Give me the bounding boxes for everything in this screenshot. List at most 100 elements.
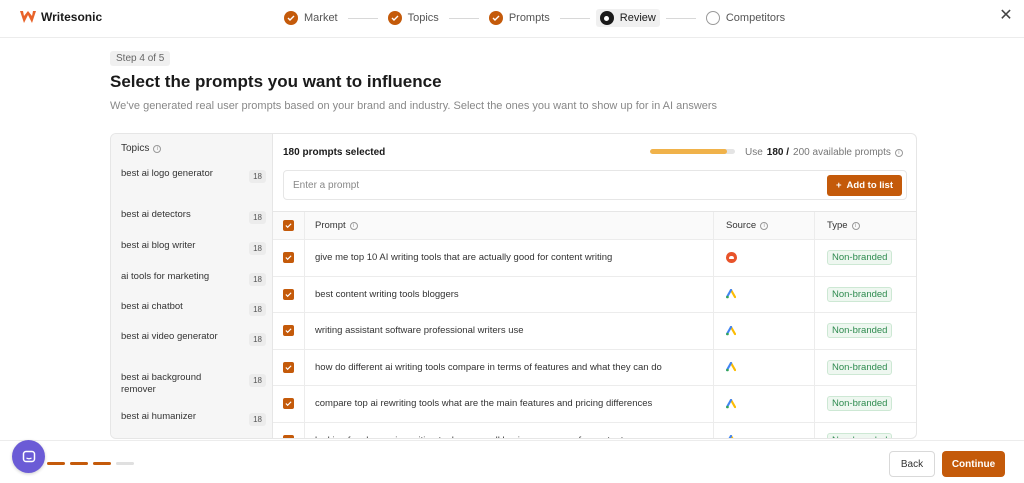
sidebar-item-best-ai-background-remover[interactable]: best ai background remover 18 (121, 372, 266, 396)
sidebar-item-best-ai-video-generator[interactable]: best ai video generator 18 (121, 331, 266, 346)
prompt-review-panel: Topics i best ai logo generator 18 best … (110, 133, 917, 439)
check-circle-icon (488, 11, 503, 25)
source-cell (714, 276, 815, 312)
step-label: Competitors (725, 12, 786, 24)
selected-count: 180 prompts selected (283, 147, 386, 158)
row-check-cell (273, 313, 305, 349)
prompt-text: best content writing tools bloggers (305, 276, 714, 312)
step-topics[interactable]: Topics (384, 9, 443, 27)
app-logo[interactable]: Writesonic (20, 10, 102, 24)
google-ads-icon (726, 289, 736, 299)
reddit-icon (726, 252, 737, 264)
table-row[interactable]: compare top ai rewriting tools what are … (273, 386, 916, 423)
row-checkbox[interactable] (283, 252, 294, 264)
prompt-text: how do different ai writing tools compar… (305, 349, 714, 385)
usage-progress-fill (650, 149, 727, 154)
prompt-input-container: + Add to list (283, 170, 907, 200)
type-cell: Non-branded (815, 350, 916, 386)
google-ads-icon (726, 325, 736, 336)
sidebar-item-ai-tools-for-marketing[interactable]: ai tools for marketing 18 (121, 271, 266, 286)
sidebar-item-best-ai-chatbot[interactable]: best ai chatbot 18 (121, 301, 266, 316)
step-review[interactable]: Review (595, 9, 660, 27)
info-icon[interactable]: i (153, 144, 162, 153)
step-competitors[interactable]: Competitors (702, 9, 789, 27)
step-label: Prompts (508, 12, 550, 24)
type-cell: Non-branded (815, 423, 916, 438)
type-cell: Non-branded (815, 240, 916, 276)
source-cell (714, 240, 815, 276)
table-row[interactable]: looking for cheap ai rewriting tools our… (273, 422, 916, 438)
close-icon[interactable]: ✕ (998, 8, 1014, 24)
source-column-header[interactable]: Source i (714, 212, 815, 239)
row-check-cell (273, 276, 305, 312)
sidebar-item-best-ai-logo-generator[interactable]: best ai logo generator 18 (121, 168, 266, 183)
chat-bubble-icon (22, 450, 35, 462)
step-badge: Step 4 of 5 (110, 51, 171, 66)
chat-support-button[interactable] (12, 440, 45, 473)
type-badge: Non-branded (827, 359, 893, 375)
sidebar-item-best-ai-detectors[interactable]: best ai detectors 18 (121, 209, 266, 224)
info-icon[interactable]: i (760, 221, 769, 230)
select-all-checkbox[interactable] (283, 220, 294, 231)
table-row[interactable]: how do different ai writing tools compar… (273, 349, 916, 386)
plus-icon: + (835, 180, 842, 191)
row-checkbox[interactable] (283, 398, 294, 410)
step-connector (665, 17, 696, 19)
row-checkbox[interactable] (283, 361, 294, 373)
footer-bar (0, 440, 1024, 483)
app-name: Writesonic (41, 10, 103, 24)
info-icon[interactable]: i (851, 221, 860, 230)
step-prompts[interactable]: Prompts (485, 9, 554, 27)
source-header-label: Source (726, 220, 757, 231)
google-ads-icon (726, 398, 736, 409)
table-row[interactable]: writing assistant software professional … (273, 313, 916, 350)
info-icon[interactable]: i (894, 148, 903, 157)
topic-count-badge: 18 (249, 303, 266, 316)
type-cell: Non-branded (815, 313, 916, 349)
step-market[interactable]: Market (280, 9, 342, 27)
topics-header-label: Topics (121, 143, 150, 154)
topic-count-badge: 18 (249, 374, 266, 387)
topic-label: best ai video generator (121, 331, 218, 342)
page-subtitle: We've generated real user prompts based … (110, 100, 718, 112)
add-to-list-button[interactable]: + Add to list (826, 175, 902, 196)
topic-count-badge: 18 (249, 333, 266, 346)
onboarding-stepper: Market Topics Prompts Review Competitors (280, 9, 789, 27)
info-icon[interactable]: i (349, 221, 358, 230)
select-all-cell (273, 212, 305, 239)
step-label: Market (304, 12, 338, 24)
top-bar: Writesonic Market Topics Prompts Review … (0, 0, 1024, 38)
prompts-table: Prompt i Source i Type i give me top 10 … (273, 211, 916, 438)
topic-label: ai tools for marketing (121, 271, 210, 282)
row-checkbox[interactable] (283, 288, 294, 300)
prompt-text: give me top 10 AI writing tools that are… (305, 240, 714, 276)
available-label: 200 available prompts (793, 147, 891, 158)
continue-button[interactable]: Continue (942, 451, 1005, 477)
table-row[interactable]: give me top 10 AI writing tools that are… (273, 240, 916, 277)
type-badge: Non-branded (827, 286, 893, 302)
topic-label: best ai chatbot (121, 301, 183, 312)
back-button[interactable]: Back (889, 451, 935, 477)
prompt-input[interactable] (284, 171, 804, 199)
prompt-column-header[interactable]: Prompt i (305, 212, 714, 239)
progress-dash (47, 462, 65, 465)
source-cell (714, 386, 815, 422)
row-check-cell (273, 422, 305, 438)
topic-count-badge: 18 (249, 273, 266, 286)
sidebar-item-best-ai-blog-writer[interactable]: best ai blog writer 18 (121, 240, 266, 255)
row-checkbox[interactable] (283, 434, 294, 438)
step-label: Topics (407, 12, 439, 24)
usage-summary: Use 180 / 200 available prompts i (745, 147, 903, 158)
type-cell: Non-branded (815, 277, 916, 313)
google-ads-icon (726, 435, 736, 438)
sidebar-item-best-ai-humanizer[interactable]: best ai humanizer 18 (121, 411, 266, 426)
type-badge: Non-branded (827, 250, 893, 266)
google-ads-icon (726, 362, 736, 372)
row-checkbox[interactable] (283, 325, 294, 337)
type-column-header[interactable]: Type i (815, 212, 916, 239)
table-row[interactable]: best content writing tools bloggers Non-… (273, 276, 916, 313)
progress-dash (70, 462, 88, 465)
topic-label: best ai humanizer (121, 411, 196, 422)
step-connector (559, 17, 590, 19)
topic-label: best ai logo generator (121, 168, 213, 179)
